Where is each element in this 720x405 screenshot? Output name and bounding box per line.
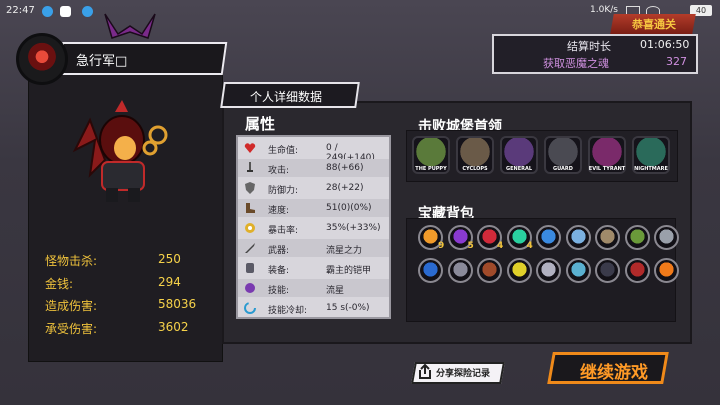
attr-row-armor: 装备: 霸主的铠甲 [238, 259, 389, 277]
hero-character [72, 100, 168, 202]
clear-banner-text: 恭喜通关 [632, 18, 676, 31]
treasure-item-icon[interactable] [447, 258, 473, 283]
boss-name: CYCLOPS [462, 166, 488, 172]
attr-row-attack: 攻击: 88(+66) [238, 159, 389, 177]
boss-name: THE PUPPY [415, 166, 447, 172]
attr-label: 技能: [268, 286, 290, 296]
stat-value-money: 294 [158, 275, 181, 289]
attr-value: 51(0)(0%) [326, 203, 372, 213]
treasure-item-icon[interactable] [624, 225, 650, 250]
boot-icon [246, 203, 255, 213]
treasure-item-icon[interactable] [536, 225, 561, 250]
continue-game-label: 继续游戏 [580, 363, 648, 383]
player-name: 急行军□ [76, 54, 128, 69]
stat-label-damage-taken: 承受伤害: [45, 322, 98, 336]
souls-label: 获取恶魔之魂 [543, 57, 609, 70]
boss-name: NIGHTMARE [634, 166, 668, 172]
treasure-item-icon[interactable] [654, 258, 679, 283]
attr-label: 防御力: [268, 186, 299, 196]
attributes-list: 生命值: 0 / 249(+140) 攻击: 88(+66) 防御力: 28(+… [236, 135, 391, 319]
attr-value: 28(+22) [326, 183, 364, 193]
attr-row-hp: 生命值: 0 / 249(+140) [238, 139, 389, 163]
attr-value: 15 s(-0%) [326, 303, 370, 313]
attr-label: 装备: [268, 266, 290, 276]
attr-value: 88(+66) [326, 163, 364, 173]
treasure-item-icon[interactable] [595, 225, 620, 250]
heart-icon [244, 143, 256, 153]
attr-value: 流星 [326, 286, 345, 296]
attr-label: 武器: [268, 246, 290, 256]
attr-label: 速度: [268, 206, 290, 216]
attr-label: 暴击率: [268, 226, 299, 236]
sword-icon [247, 162, 253, 172]
attr-row-weapon: 武器: 流星之力 [238, 239, 389, 257]
treasure-item-icon[interactable] [418, 258, 443, 283]
stat-value-damage-taken: 3602 [158, 320, 189, 334]
treasure-item-icon[interactable] [624, 258, 650, 283]
armor-icon [246, 263, 254, 273]
share-icon [419, 364, 431, 379]
treasure-item-icon[interactable] [565, 258, 591, 283]
stat-label-kills: 怪物击杀: [45, 254, 98, 268]
souls-value: 327 [666, 55, 687, 68]
treasure-item-count: 5 [467, 241, 474, 251]
player-avatar [16, 33, 68, 85]
treasure-item-count: 4 [497, 241, 504, 251]
treasure-item-icon[interactable] [654, 225, 679, 250]
stat-value-kills: 250 [158, 252, 181, 266]
attr-value: 流星之力 [326, 246, 363, 256]
treasure-item-count: 4 [526, 241, 533, 251]
crit-icon [245, 223, 255, 233]
stat-label-damage-dealt: 造成伤害: [45, 299, 98, 313]
attr-row-defense: 防御力: 28(+22) [238, 179, 389, 197]
treasure-item-icon[interactable] [506, 258, 532, 283]
boss-name: GUARD [553, 166, 573, 172]
boss-name: EVIL TYRANT [588, 166, 626, 172]
demon-horns-icon [104, 13, 156, 39]
attr-value: 霸主的铠甲 [326, 266, 372, 276]
notification-icon [82, 6, 93, 17]
treasure-item-icon[interactable] [565, 225, 591, 250]
boss-name: GENERAL [505, 166, 533, 172]
moon-icon [561, 358, 570, 376]
cooldown-icon [244, 302, 256, 314]
attr-row-crit: 暴击率: 35%(+33%) [238, 219, 389, 237]
wechat-icon [60, 6, 71, 17]
status-time: 22:47 [6, 5, 35, 16]
weapon-icon [245, 243, 255, 253]
attr-row-skill: 技能: 流星 [238, 279, 389, 297]
treasure-item-icon[interactable] [536, 258, 561, 283]
duration-label: 结算时长 [567, 40, 611, 53]
treasure-item-icon[interactable] [595, 258, 620, 283]
stat-value-damage-dealt: 58036 [158, 297, 197, 311]
attr-value: 35%(+33%) [326, 223, 381, 233]
attr-label: 生命值: [268, 146, 299, 156]
skill-icon [245, 283, 255, 293]
duration-value: 01:06:50 [640, 38, 690, 51]
shield-icon [245, 182, 255, 194]
attr-label: 技能冷却: [268, 306, 308, 316]
attr-row-speed: 速度: 51(0)(0%) [238, 199, 389, 217]
attr-row-cooldown: 技能冷却: 15 s(-0%) [238, 299, 389, 317]
treasure-item-icon[interactable] [477, 258, 502, 283]
attributes-title: 属性 [245, 115, 276, 133]
share-record-label: 分享探险记录 [436, 369, 491, 379]
attr-label: 攻击: [268, 166, 290, 176]
treasure-item-count: 9 [438, 241, 445, 251]
stat-label-money: 金钱: [45, 277, 74, 291]
tab-personal-details-label: 个人详细数据 [250, 90, 323, 104]
notification-icon [42, 6, 53, 17]
